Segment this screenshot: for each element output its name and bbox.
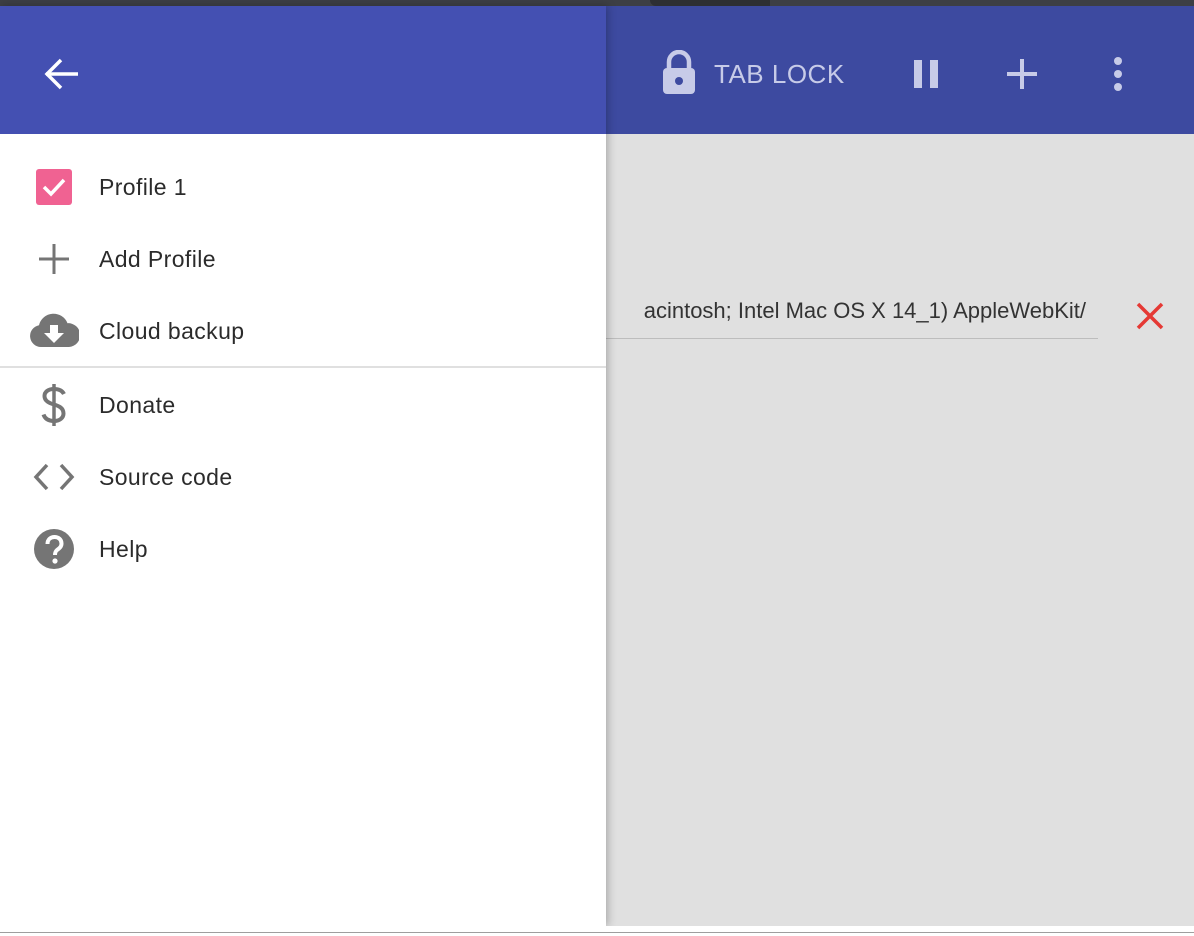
- plus-icon: [28, 233, 80, 285]
- drawer-item-help[interactable]: Help: [0, 513, 606, 585]
- more-vert-icon: [1114, 57, 1122, 91]
- navigation-drawer: Profile 1 Add Profile Cloud backup Donat…: [0, 6, 606, 926]
- window-bottom-edge: [0, 926, 1194, 936]
- lock-icon: [660, 49, 698, 99]
- back-button[interactable]: [36, 48, 88, 100]
- checkbox-checked-icon[interactable]: [28, 161, 80, 213]
- pause-icon: [914, 60, 938, 88]
- more-options-button[interactable]: [1094, 50, 1142, 98]
- drawer-item-source-code[interactable]: Source code: [0, 441, 606, 513]
- bottom-rule: [0, 932, 1194, 933]
- cloud-download-icon: [28, 305, 80, 357]
- close-icon: [1136, 302, 1164, 330]
- drawer-item-label: Donate: [99, 391, 176, 418]
- user-agent-input[interactable]: acintosh; Intel Mac OS X 14_1) AppleWebK…: [586, 290, 1098, 339]
- drawer-divider: [0, 366, 606, 368]
- drawer-item-label: Help: [99, 535, 148, 562]
- plus-icon: [1007, 59, 1037, 89]
- help-circle-icon: [28, 523, 80, 575]
- code-icon: [28, 451, 80, 503]
- drawer-item-label: Source code: [99, 463, 233, 490]
- drawer-item-add-profile[interactable]: Add Profile: [0, 223, 606, 295]
- tab-lock-button[interactable]: TAB LOCK: [660, 49, 845, 99]
- pause-button[interactable]: [902, 50, 950, 98]
- drawer-header: [0, 6, 606, 134]
- drawer-item-donate[interactable]: Donate: [0, 369, 606, 441]
- drawer-item-label: Cloud backup: [99, 317, 245, 344]
- drawer-item-label: Add Profile: [99, 245, 216, 272]
- arrow-back-icon: [44, 58, 78, 90]
- clear-button[interactable]: [1128, 294, 1172, 338]
- user-agent-value: acintosh; Intel Mac OS X 14_1) AppleWebK…: [643, 298, 1086, 323]
- drawer-item-cloud-backup[interactable]: Cloud backup: [0, 295, 606, 367]
- dollar-icon: [28, 379, 80, 431]
- drawer-item-label: Profile 1: [99, 173, 187, 200]
- tab-lock-label: TAB LOCK: [714, 58, 845, 89]
- drawer-item-profile-1[interactable]: Profile 1: [0, 151, 606, 223]
- add-button[interactable]: [998, 50, 1046, 98]
